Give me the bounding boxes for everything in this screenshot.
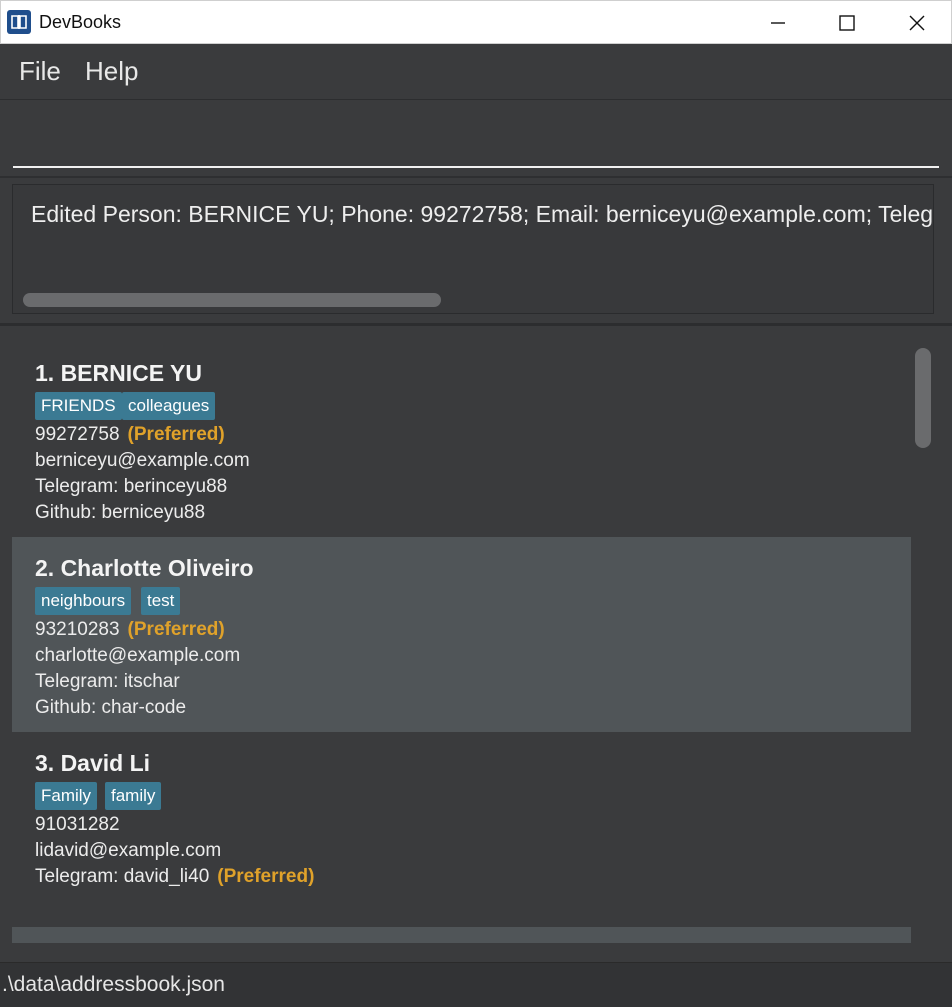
- preferred-label: (Preferred): [127, 424, 225, 445]
- person-name: 2. Charlotte Oliveiro: [35, 555, 254, 581]
- person-name: 3. David Li: [35, 750, 151, 776]
- person-github: Github: berniceyu88: [35, 502, 206, 523]
- person-telegram-line: Telegram: david_li40 (Preferred): [35, 866, 314, 888]
- person-telegram: Telegram: david_li40: [35, 866, 210, 887]
- person-telegram: Telegram: berinceyu88: [35, 476, 228, 497]
- person-phone: 99272758: [35, 424, 120, 445]
- person-telegram: Telegram: itschar: [35, 671, 180, 692]
- close-icon: [909, 15, 925, 31]
- person-card[interactable]: 3. David Li Family family 91031282 lidav…: [12, 732, 911, 927]
- person-phone: 93210283: [35, 619, 120, 640]
- person-name: 1. BERNICE YU: [35, 360, 203, 386]
- window-title: DevBooks: [39, 12, 122, 32]
- preferred-label: (Preferred): [217, 866, 315, 887]
- tag: colleagues: [122, 392, 216, 420]
- person-card[interactable]: [12, 927, 911, 943]
- tag: Family: [35, 782, 98, 810]
- person-card[interactable]: 1. BERNICE YU FRIENDS colleagues 9927275…: [12, 342, 911, 537]
- tag: neighbours: [35, 587, 132, 615]
- status-bar: .\data\addressbook.json: [0, 962, 952, 1007]
- close-button[interactable]: [894, 1, 940, 45]
- person-phone: 91031282: [35, 814, 120, 835]
- person-email: lidavid@example.com: [35, 840, 222, 861]
- vertical-scrollbar[interactable]: [915, 348, 931, 448]
- horizontal-scrollbar[interactable]: [23, 293, 441, 307]
- minimize-button[interactable]: [755, 1, 801, 45]
- book-icon: [7, 10, 31, 34]
- menu-help[interactable]: Help: [85, 56, 138, 87]
- divider: [0, 323, 952, 326]
- maximize-button[interactable]: [824, 1, 870, 45]
- command-box: [0, 100, 952, 178]
- title-bar: DevBooks: [0, 0, 952, 44]
- person-github: Github: char-code: [35, 697, 187, 718]
- person-phone-line: 93210283 (Preferred): [35, 619, 225, 641]
- command-input[interactable]: [13, 110, 939, 168]
- maximize-icon: [839, 15, 855, 31]
- minimize-icon: [771, 22, 785, 24]
- person-card[interactable]: 2. Charlotte Oliveiro neighbours test 93…: [12, 537, 911, 732]
- tag: FRIENDS: [35, 392, 122, 420]
- person-phone-line: 99272758 (Preferred): [35, 424, 225, 446]
- result-text: Edited Person: BERNICE YU; Phone: 992727…: [31, 201, 934, 227]
- tag: family: [105, 782, 162, 810]
- preferred-label: (Preferred): [127, 619, 225, 640]
- menu-file[interactable]: File: [19, 56, 61, 87]
- person-list: 1. BERNICE YU FRIENDS colleagues 9927275…: [12, 342, 911, 943]
- tag: test: [141, 587, 181, 615]
- menu-bar: File Help: [0, 44, 952, 100]
- data-file-path: .\data\addressbook.json: [2, 973, 225, 996]
- person-email: charlotte@example.com: [35, 645, 241, 666]
- result-display: Edited Person: BERNICE YU; Phone: 992727…: [12, 184, 934, 314]
- person-email: berniceyu@example.com: [35, 450, 250, 471]
